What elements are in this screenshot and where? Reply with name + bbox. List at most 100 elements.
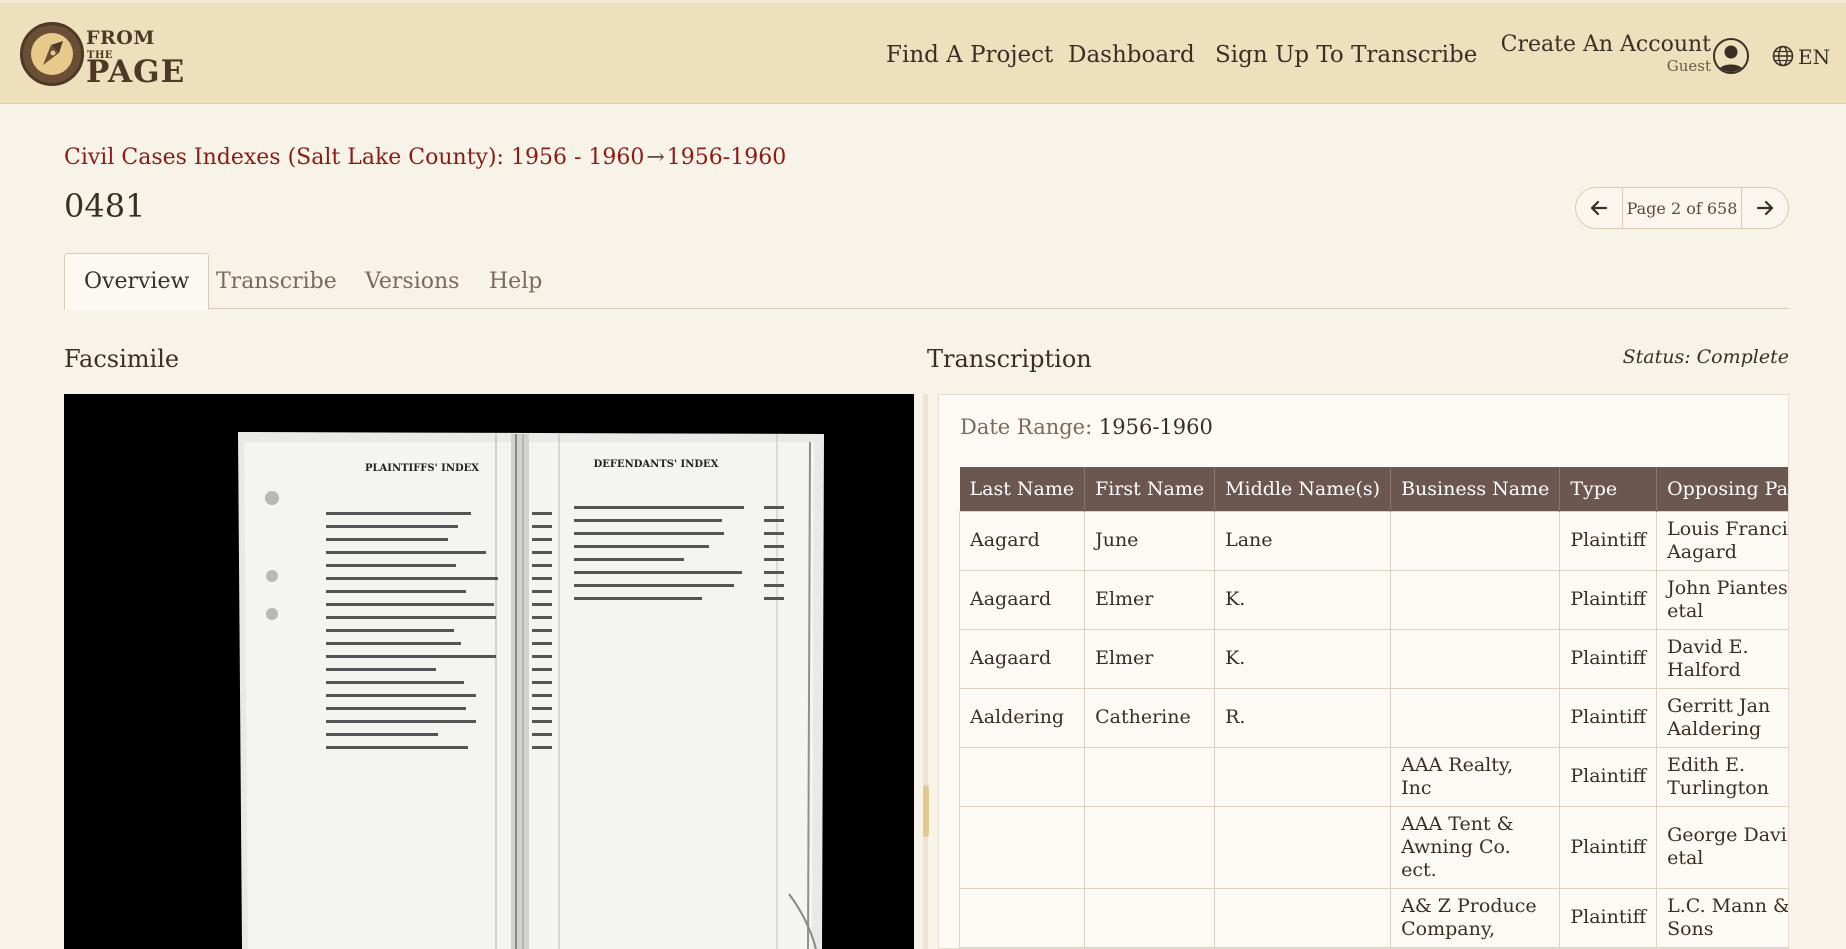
column-header-business-name: Business Name bbox=[1390, 467, 1561, 511]
cell-opposing-party: John Piantes, etal bbox=[1656, 569, 1788, 630]
cell-middle-names bbox=[1214, 805, 1392, 889]
cell-type: Plaintiff bbox=[1559, 746, 1658, 807]
cell-middle-names: K. bbox=[1214, 628, 1392, 689]
cell-last-name: Aaldering bbox=[958, 687, 1086, 748]
panel-splitter[interactable] bbox=[923, 394, 928, 949]
cell-first-name: Elmer bbox=[1084, 628, 1216, 689]
next-page-button[interactable] bbox=[1742, 188, 1788, 228]
logo-text-from: FROM bbox=[86, 27, 155, 49]
arrow-right-icon bbox=[1756, 200, 1774, 216]
user-avatar-icon[interactable] bbox=[1713, 38, 1749, 74]
cell-business-name: AAA Realty, Inc bbox=[1390, 746, 1561, 807]
facsimile-image-viewer[interactable]: PLAINTIFFS' INDEX DEFENDANTS' INDEX bbox=[64, 394, 914, 949]
nav-dashboard[interactable]: Dashboard bbox=[1068, 42, 1195, 68]
table-row: Aagaard Elmer K. Plaintiff David E. Half… bbox=[958, 628, 1788, 689]
cell-first-name bbox=[1084, 746, 1216, 807]
splitter-grip-handle[interactable] bbox=[923, 785, 929, 837]
create-account-link[interactable]: Create An Account Guest bbox=[1500, 32, 1711, 76]
plaintiffs-index-heading: PLAINTIFFS' INDEX bbox=[365, 463, 479, 474]
cell-last-name: Aagaard bbox=[958, 569, 1086, 630]
table-row: AAA Realty, Inc Plaintiff Edith E. Turli… bbox=[958, 746, 1788, 807]
arrow-left-icon bbox=[1590, 200, 1608, 216]
breadcrumb-work-link[interactable]: 1956-1960 bbox=[667, 145, 786, 170]
index-table: Last Name First Name Middle Name(s) Busi… bbox=[958, 467, 1788, 948]
cell-middle-names: Lane bbox=[1214, 510, 1392, 571]
ledger-page-image: PLAINTIFFS' INDEX DEFENDANTS' INDEX bbox=[64, 394, 914, 949]
cell-first-name: Elmer bbox=[1084, 569, 1216, 630]
page-title: 0481 bbox=[64, 187, 146, 225]
fromthepage-logo[interactable]: FROM THE PAGE bbox=[20, 22, 195, 90]
column-header-last-name: Last Name bbox=[959, 467, 1086, 511]
status-label: Status: Complete bbox=[1622, 346, 1789, 368]
cell-business-name: A& Z Produce Company, bbox=[1390, 887, 1561, 948]
table-row: A& Z Produce Company, Plaintiff L.C. Man… bbox=[958, 887, 1788, 948]
account-title: Create An Account bbox=[1500, 32, 1711, 57]
cell-middle-names: K. bbox=[1214, 569, 1392, 630]
top-navbar: FROM THE PAGE Find A Project Dashboard S… bbox=[0, 0, 1846, 104]
cell-first-name: Catherine bbox=[1084, 687, 1216, 748]
nav-find-a-project[interactable]: Find A Project bbox=[886, 42, 1053, 68]
cell-opposing-party: Gerritt Jan Aaldering bbox=[1656, 687, 1788, 748]
cell-type: Plaintiff bbox=[1559, 687, 1658, 748]
cell-business-name: AAA Tent & Awning Co. ect. bbox=[1390, 805, 1561, 889]
defendants-index-heading: DEFENDANTS' INDEX bbox=[594, 459, 719, 470]
language-label: EN bbox=[1798, 45, 1831, 69]
breadcrumb-arrow-icon: → bbox=[646, 145, 665, 170]
page-counter: Page 2 of 658 bbox=[1622, 188, 1742, 228]
account-subtitle: Guest bbox=[1666, 57, 1711, 75]
cell-business-name bbox=[1390, 687, 1561, 748]
globe-icon bbox=[1772, 45, 1794, 67]
cell-middle-names bbox=[1214, 746, 1392, 807]
table-row: Aagaard Elmer K. Plaintiff John Piantes,… bbox=[958, 569, 1788, 630]
cell-opposing-party: Edith E. Turlington bbox=[1656, 746, 1788, 807]
language-selector[interactable]: EN bbox=[1772, 45, 1830, 69]
breadcrumb-collection-link[interactable]: Civil Cases Indexes (Salt Lake County): … bbox=[64, 145, 644, 170]
column-header-first-name: First Name bbox=[1084, 467, 1216, 511]
cell-last-name: Aagaard bbox=[958, 628, 1086, 689]
tab-overview[interactable]: Overview bbox=[64, 253, 210, 310]
logo-text-page: PAGE bbox=[86, 54, 186, 90]
nav-sign-up[interactable]: Sign Up To Transcribe bbox=[1215, 42, 1477, 68]
cell-type: Plaintiff bbox=[1559, 510, 1658, 571]
cell-type: Plaintiff bbox=[1559, 805, 1658, 889]
table-row: Aaldering Catherine R. Plaintiff Gerritt… bbox=[958, 687, 1788, 748]
pen-nib-icon bbox=[20, 22, 84, 86]
cell-business-name bbox=[1390, 569, 1561, 630]
cell-type: Plaintiff bbox=[1559, 569, 1658, 630]
cell-business-name bbox=[1390, 510, 1561, 571]
cell-opposing-party: George David, etal bbox=[1656, 805, 1788, 889]
cell-opposing-party: Louis Francis Aagard bbox=[1656, 510, 1788, 571]
cell-business-name bbox=[1390, 628, 1561, 689]
cell-first-name: June bbox=[1084, 510, 1216, 571]
column-header-type: Type bbox=[1559, 467, 1658, 511]
tab-versions[interactable]: Versions bbox=[346, 253, 478, 309]
cell-middle-names: R. bbox=[1214, 687, 1392, 748]
cell-last-name bbox=[958, 887, 1086, 948]
cell-last-name: Aagard bbox=[958, 510, 1086, 571]
date-range-label: Date Range: bbox=[960, 415, 1093, 439]
column-header-opposing-party: Opposing Party bbox=[1656, 467, 1788, 511]
column-header-middle-names: Middle Name(s) bbox=[1214, 467, 1392, 511]
cell-last-name bbox=[958, 746, 1086, 807]
tab-help[interactable]: Help bbox=[470, 253, 561, 309]
cell-last-name bbox=[958, 805, 1086, 889]
table-row: AAA Tent & Awning Co. ect. Plaintiff Geo… bbox=[958, 805, 1788, 889]
cell-first-name bbox=[1084, 805, 1216, 889]
cell-middle-names bbox=[1214, 887, 1392, 948]
cell-first-name bbox=[1084, 887, 1216, 948]
previous-page-button[interactable] bbox=[1576, 188, 1622, 228]
table-header-row: Last Name First Name Middle Name(s) Busi… bbox=[959, 467, 1788, 511]
tab-transcribe[interactable]: Transcribe bbox=[197, 253, 356, 309]
date-range-value: 1956-1960 bbox=[1098, 415, 1213, 439]
table-row: Aagard June Lane Plaintiff Louis Francis… bbox=[958, 510, 1788, 571]
transcription-panel: Date Range: 1956-1960 Last Name First Na… bbox=[938, 394, 1789, 949]
facsimile-heading: Facsimile bbox=[64, 345, 180, 373]
page-tabs: Overview Transcribe Versions Help bbox=[64, 253, 1789, 310]
cell-opposing-party: David E. Halford bbox=[1656, 628, 1788, 689]
cell-type: Plaintiff bbox=[1559, 887, 1658, 948]
cell-opposing-party: L.C. Mann & Sons bbox=[1656, 887, 1788, 948]
cell-type: Plaintiff bbox=[1559, 628, 1658, 689]
page-pager: Page 2 of 658 bbox=[1575, 187, 1789, 229]
transcription-heading: Transcription bbox=[927, 345, 1092, 373]
breadcrumb: Civil Cases Indexes (Salt Lake County): … bbox=[64, 145, 786, 170]
